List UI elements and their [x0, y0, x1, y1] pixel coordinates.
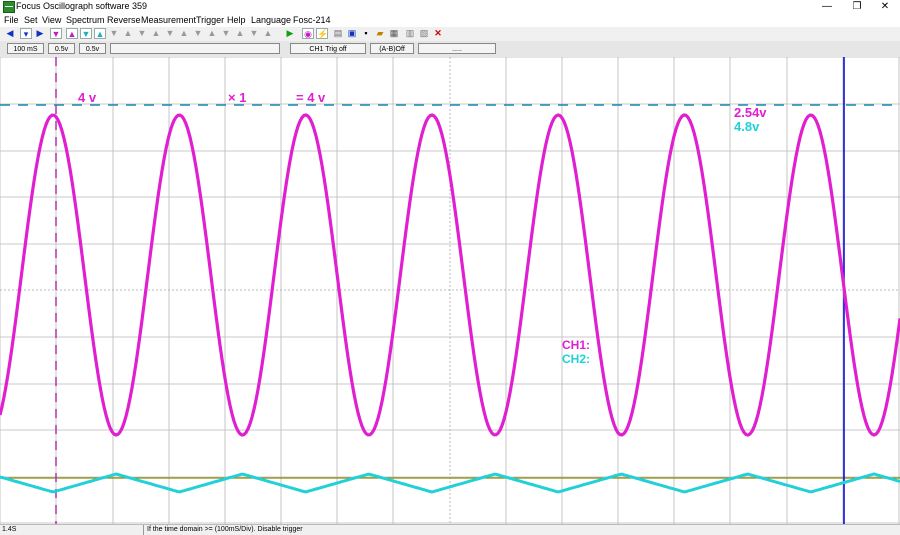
extra-status: ..... — [418, 43, 496, 54]
record-icon[interactable]: ◉ — [302, 28, 314, 39]
maximize-button[interactable]: ❐ — [842, 0, 872, 13]
save-icon[interactable]: ▪ — [360, 28, 372, 39]
arrow-left-icon[interactable]: ◀ — [4, 28, 16, 39]
level-down-icon[interactable]: ▼ — [192, 28, 204, 39]
cursor-down-icon[interactable]: ▼ — [164, 28, 176, 39]
window-icon[interactable]: ▣ — [346, 28, 358, 39]
ch2-label: CH2: — [562, 352, 590, 366]
window-title: Focus Oscillograph software 359 — [16, 1, 148, 11]
auto-icon[interactable]: ⚡ — [316, 28, 328, 39]
ch1-up-icon[interactable]: ▲ — [66, 28, 78, 39]
offset-up-icon[interactable]: ▲ — [150, 28, 162, 39]
menu-set[interactable]: Set — [24, 13, 38, 27]
export-icon[interactable]: ▧ — [418, 28, 430, 39]
close-button[interactable]: ✕ — [870, 0, 900, 13]
run-icon[interactable]: ▶ — [284, 28, 296, 39]
math-status[interactable]: (A-B)Off — [370, 43, 414, 54]
app-icon — [3, 1, 15, 13]
menu-measurement[interactable]: Measurement — [141, 13, 196, 27]
ch1-label: CH1: — [562, 338, 590, 352]
ch2-reading: 4.8v — [734, 119, 760, 134]
bottom-status-bar: 1.4S If the time domain >= (100mS/Div). … — [0, 524, 900, 535]
level-value-label: 4 v — [78, 90, 97, 105]
grid-lines — [0, 56, 900, 524]
level-up-icon[interactable]: ▲ — [206, 28, 218, 39]
status-row: 100 mS 0.5v 0.5v CH1 Trig off (A-B)Off .… — [0, 41, 900, 58]
offset-down-icon[interactable]: ▼ — [136, 28, 148, 39]
menu-trigger[interactable]: Trigger — [196, 13, 224, 27]
open-icon[interactable]: ▰ — [374, 28, 386, 39]
pos-down-icon[interactable]: ▼ — [220, 28, 232, 39]
menu-reverse[interactable]: Reverse — [107, 13, 141, 27]
status-message: If the time domain >= (100mS/Div). Disab… — [143, 525, 303, 535]
trig-up-icon[interactable]: ▲ — [262, 28, 274, 39]
ch2-down-icon[interactable]: ▼ — [80, 28, 92, 39]
menu-help[interactable]: Help — [227, 13, 246, 27]
menu-file[interactable]: File — [4, 13, 19, 27]
minimize-button[interactable]: — — [812, 0, 842, 13]
trig-down-icon[interactable]: ▼ — [248, 28, 260, 39]
scale-up-icon[interactable]: ▲ — [122, 28, 134, 39]
pos-up-icon[interactable]: ▲ — [234, 28, 246, 39]
menu-fosc-214[interactable]: Fosc-214 — [293, 13, 331, 27]
timebase-field[interactable]: 100 mS — [7, 43, 44, 54]
menu-language[interactable]: Language — [251, 13, 291, 27]
grid-icon[interactable]: ▤ — [332, 28, 344, 39]
elapsed-time: 1.4S — [2, 526, 17, 533]
scale-down-icon[interactable]: ▼ — [108, 28, 120, 39]
close-icon[interactable]: ✕ — [432, 28, 444, 39]
ch2-up-icon[interactable]: ▲ — [94, 28, 106, 39]
title-bar: Focus Oscillograph software 359 — ❐ ✕ — [0, 0, 900, 13]
menu-bar: File Set View Spectrum Reverse Measureme… — [0, 13, 900, 27]
scope-display[interactable]: 4 v × 1 = 4 v 2.54v 4.8v CH1: CH2: — [0, 56, 900, 524]
menu-view[interactable]: View — [42, 13, 61, 27]
blank-field — [110, 43, 280, 54]
ch1-reading: 2.54v — [734, 105, 767, 120]
scope-canvas: 4 v × 1 = 4 v 2.54v 4.8v CH1: CH2: — [0, 56, 900, 524]
table-icon[interactable]: ▥ — [404, 28, 416, 39]
probe-label: × 1 — [228, 90, 246, 105]
trigger-status[interactable]: CH1 Trig off — [290, 43, 366, 54]
menu-spectrum[interactable]: Spectrum — [66, 13, 105, 27]
ch1-down-icon[interactable]: ▼ — [50, 28, 62, 39]
ch2-scale-field[interactable]: 0.5v — [79, 43, 106, 54]
arrow-right-icon[interactable]: ▶ — [34, 28, 46, 39]
equals-value-label: = 4 v — [296, 90, 326, 105]
print-icon[interactable]: ▦ — [388, 28, 400, 39]
ch1-scale-field[interactable]: 0.5v — [48, 43, 75, 54]
checkbox-down-icon[interactable]: ▾ — [20, 28, 32, 39]
toolbar: ◀ ▾ ▶ ▼ ▲ ▼ ▲ ▼ ▲ ▼ ▲ ▼ ▲ ▼ ▲ ▼ ▲ ▼ ▲ ▶ … — [0, 27, 900, 41]
cursor-up-icon[interactable]: ▲ — [178, 28, 190, 39]
